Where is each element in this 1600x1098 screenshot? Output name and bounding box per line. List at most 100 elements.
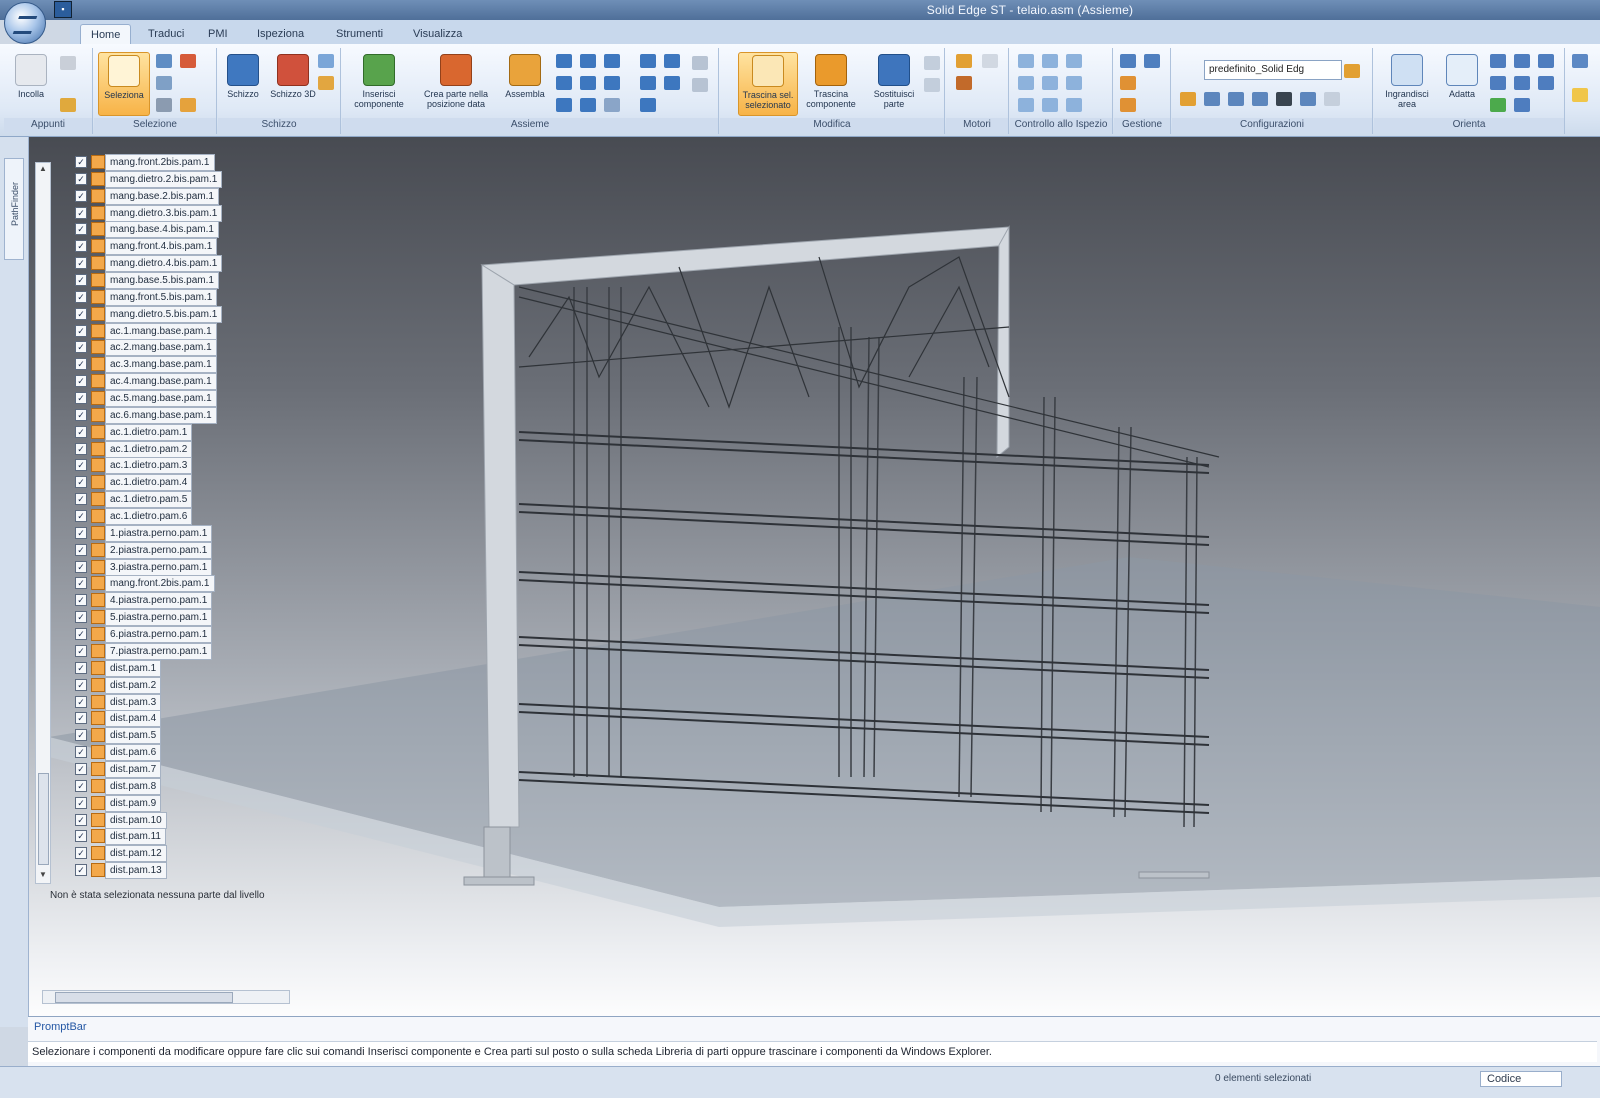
visibility-checkbox[interactable]: ✓ <box>75 493 87 506</box>
visibility-checkbox[interactable]: ✓ <box>75 442 87 455</box>
visibility-checkbox[interactable]: ✓ <box>75 830 87 843</box>
angle-icon[interactable] <box>580 76 596 90</box>
visibility-checkbox[interactable]: ✓ <box>75 661 87 674</box>
tree-horizontal-scrollbar[interactable] <box>42 990 290 1004</box>
tree-vertical-scrollbar[interactable]: ▲ ▼ <box>35 162 51 884</box>
visibility-checkbox[interactable]: ✓ <box>75 392 87 405</box>
physical-icon[interactable] <box>1066 76 1082 90</box>
planar-icon[interactable] <box>580 98 596 112</box>
motor-settings-icon[interactable] <box>982 54 998 68</box>
paste-button[interactable]: Incolla <box>6 52 56 114</box>
pan-icon[interactable] <box>1514 54 1530 68</box>
visibility-checkbox[interactable]: ✓ <box>75 611 87 624</box>
visibility-checkbox[interactable]: ✓ <box>75 408 87 421</box>
visibility-checkbox[interactable]: ✓ <box>75 577 87 590</box>
save-icon[interactable]: ▪ <box>54 1 72 18</box>
select-group-icon[interactable] <box>180 98 196 112</box>
zoom-area-button[interactable]: Ingrandisci area <box>1378 52 1436 114</box>
visibility-checkbox[interactable]: ✓ <box>75 796 87 809</box>
gear-icon[interactable] <box>640 98 656 112</box>
visibility-checkbox[interactable]: ✓ <box>75 189 87 202</box>
area-icon[interactable] <box>1018 76 1034 90</box>
drag-component-button[interactable]: Trascina componente <box>802 52 860 114</box>
plane-icon[interactable] <box>318 54 334 68</box>
motor-icon[interactable] <box>956 54 972 68</box>
report-icon[interactable] <box>1120 98 1136 112</box>
display-icon[interactable] <box>1204 92 1220 106</box>
rotate-icon[interactable] <box>1490 76 1506 90</box>
fit-button[interactable]: Adatta <box>1438 52 1486 114</box>
ground-icon[interactable] <box>664 76 680 90</box>
visibility-checkbox[interactable]: ✓ <box>75 358 87 371</box>
insert-component-button[interactable]: Inserisci componente <box>346 52 412 114</box>
min-distance-icon[interactable] <box>1066 98 1082 112</box>
sketch-3d-button[interactable]: Schizzo 3D <box>268 52 318 114</box>
visibility-checkbox[interactable]: ✓ <box>75 223 87 236</box>
visibility-checkbox[interactable]: ✓ <box>75 847 87 860</box>
hide-icon[interactable] <box>1276 92 1292 106</box>
visibility-checkbox[interactable]: ✓ <box>75 172 87 185</box>
visibility-checkbox[interactable]: ✓ <box>75 290 87 303</box>
visibility-checkbox[interactable]: ✓ <box>75 813 87 826</box>
visibility-checkbox[interactable]: ✓ <box>75 762 87 775</box>
visibility-checkbox[interactable]: ✓ <box>75 341 87 354</box>
axial-icon[interactable] <box>556 98 572 112</box>
scroll-thumb[interactable] <box>55 992 233 1003</box>
structure-icon[interactable] <box>1120 76 1136 90</box>
view-icon[interactable] <box>1538 54 1554 68</box>
tab-home[interactable]: Home <box>80 24 132 45</box>
visibility-checkbox[interactable]: ✓ <box>75 729 87 742</box>
properties-icon[interactable] <box>1042 76 1058 90</box>
pattern-icon[interactable] <box>640 54 656 68</box>
visibility-checkbox[interactable]: ✓ <box>75 779 87 792</box>
select-button[interactable]: Seleziona <box>98 52 150 116</box>
sketch-tool-icon[interactable] <box>318 76 334 90</box>
visibility-checkbox[interactable]: ✓ <box>75 307 87 320</box>
visibility-checkbox[interactable]: ✓ <box>75 156 87 168</box>
visibility-checkbox[interactable]: ✓ <box>75 274 87 287</box>
spin-icon[interactable] <box>1514 76 1530 90</box>
insert-icon[interactable] <box>604 54 620 68</box>
look-at-icon[interactable] <box>1538 76 1554 90</box>
command-finder-box[interactable]: Codice <box>1480 1071 1563 1087</box>
align-icon[interactable] <box>580 54 596 68</box>
options-icon[interactable] <box>924 78 940 92</box>
path-icon[interactable] <box>604 98 620 112</box>
group-icon[interactable] <box>640 76 656 90</box>
face-style-icon[interactable] <box>1572 88 1588 102</box>
visibility-checkbox[interactable]: ✓ <box>75 510 87 523</box>
sketch-button[interactable]: Schizzo <box>218 52 268 114</box>
select-box-icon[interactable] <box>156 76 172 90</box>
tab-pmi[interactable]: PMI <box>198 24 238 44</box>
visibility-checkbox[interactable]: ✓ <box>75 257 87 270</box>
zone-icon[interactable] <box>1252 92 1268 106</box>
tangent-icon[interactable] <box>604 76 620 90</box>
visibility-checkbox[interactable]: ✓ <box>75 324 87 337</box>
format-painter-icon[interactable] <box>60 98 76 112</box>
scroll-thumb[interactable] <box>38 773 49 865</box>
check-interference-icon[interactable] <box>1018 54 1034 68</box>
visibility-checkbox[interactable]: ✓ <box>75 425 87 438</box>
visibility-checkbox[interactable]: ✓ <box>75 644 87 657</box>
tab-traduci[interactable]: Traduci <box>138 24 194 44</box>
visibility-checkbox[interactable]: ✓ <box>75 476 87 489</box>
visibility-checkbox[interactable]: ✓ <box>75 712 87 725</box>
simulate-icon[interactable] <box>956 76 972 90</box>
visibility-checkbox[interactable]: ✓ <box>75 240 87 253</box>
scroll-up-icon[interactable]: ▲ <box>37 164 49 176</box>
drag-selected-button[interactable]: Trascina sel. selezionato <box>738 52 798 116</box>
create-part-in-place-button[interactable]: Crea parte nella posizione data <box>414 52 498 114</box>
tab-visualizza[interactable]: Visualizza <box>403 24 472 44</box>
config-manager-icon[interactable] <box>1344 64 1360 78</box>
cut-icon[interactable] <box>60 56 76 70</box>
relationship-icon[interactable] <box>692 56 708 70</box>
manage-icon[interactable] <box>1120 54 1136 68</box>
scroll-down-icon[interactable]: ▼ <box>37 870 49 882</box>
refresh-icon[interactable] <box>1144 54 1160 68</box>
edit-icon[interactable] <box>924 56 940 70</box>
visibility-checkbox[interactable]: ✓ <box>75 459 87 472</box>
layer-icon[interactable] <box>1228 92 1244 106</box>
pathfinder-side-tab[interactable]: PathFinder <box>4 158 24 260</box>
distance-icon[interactable] <box>1066 54 1082 68</box>
alternate-icon[interactable] <box>1324 92 1340 106</box>
